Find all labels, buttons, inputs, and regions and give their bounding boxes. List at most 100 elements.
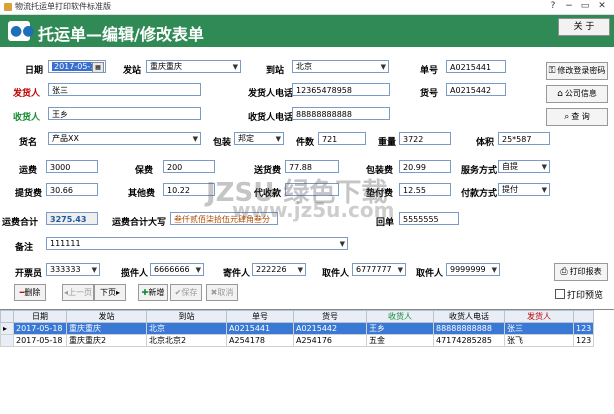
origin-select[interactable]: 重庆重庆 ▼ [146,60,241,73]
sender-phone-field[interactable]: 12365478958 [292,83,390,96]
dest-label: 到站 [266,66,285,76]
cell-origin[interactable]: 重庆重庆2 [66,334,147,347]
pickup-person-select[interactable]: 6777777 ▼ [352,263,406,276]
chevron-down-icon: ▼ [297,266,303,274]
next-icon: ▸ [115,288,120,297]
save-button[interactable]: ✔保存 [170,284,202,301]
query-button[interactable]: ⌕ 查 询 [546,108,608,126]
cell-order-no[interactable]: A254178 [226,334,294,347]
goods-name-select[interactable]: 产品XX ▼ [48,132,201,145]
cell-extra[interactable]: 123 [572,334,595,347]
cancel-button[interactable]: ✖取消 [206,284,238,301]
origin-label: 发站 [123,66,142,76]
cell-goods-no[interactable]: A0215442 [293,322,367,335]
sender-label: 发货人 [13,89,41,99]
minimize-button[interactable]: − [562,1,576,12]
cell-receiver-phone[interactable]: 88888888888 [433,322,505,335]
print-preview-checkbox[interactable] [555,289,565,299]
package-select[interactable]: 邦定 ▼ [234,132,284,145]
change-password-button[interactable]: ⚿ 修改登录密码 [546,62,608,80]
insurance-label: 保费 [135,166,154,176]
people-icon: ●● [8,21,35,41]
freight-field[interactable]: 3000 [46,160,98,173]
chevron-down-icon: ▼ [380,63,386,71]
search-icon: ⌕ [564,112,570,122]
header-goods-no[interactable]: 货号 [293,310,367,323]
chevron-down-icon: ▼ [541,186,547,194]
weight-field[interactable]: 3722 [399,132,451,145]
receiver-field[interactable]: 王乡 [48,107,201,120]
taker-select[interactable]: 9999999 ▼ [446,263,500,276]
chevron-down-icon: ▼ [541,163,547,171]
collector-select[interactable]: 6666666 ▼ [150,263,204,276]
cell-extra[interactable]: 123 [572,322,595,335]
cell-goods-no[interactable]: A254176 [293,334,367,347]
date-picker[interactable]: 2017-05-18 ▦ [48,60,106,73]
header-order-no[interactable]: 单号 [226,310,294,323]
table-row[interactable]: 2017-05-18 重庆重庆2 北京北京2 A254178 A254176 五… [0,334,595,347]
pickup-fee-field[interactable]: 30.66 [46,183,98,196]
about-button[interactable]: 关 于 [558,18,610,36]
cell-receiver-phone[interactable]: 47174285285 [433,334,505,347]
delete-button[interactable]: ━删除 [14,284,46,301]
form-title: 托运单—编辑/修改表单 [38,25,204,44]
cell-sender[interactable]: 张三 [504,322,574,335]
pack-fee-field[interactable]: 20.99 [399,160,451,173]
company-info-button[interactable]: ⌂ 公司信息 [546,85,608,103]
order-no-label: 单号 [420,66,439,76]
cell-origin[interactable]: 重庆重庆 [66,322,147,335]
receipt-field[interactable]: 5555555 [399,212,459,225]
print-report-button[interactable]: ⎙ 打印报表 [554,263,608,281]
row-marker [0,334,14,347]
print-preview-label: 打印预览 [567,291,604,301]
pay-method-select[interactable]: 提付 ▼ [498,183,550,196]
header-dest[interactable]: 到站 [146,310,227,323]
cell-dest[interactable]: 北京 [146,322,227,335]
form-header: ●● 托运单—编辑/修改表单 [0,15,614,47]
table-row[interactable]: ▸ 2017-05-18 重庆重庆 北京 A0215441 A0215442 王… [0,322,595,335]
maximize-button[interactable]: ▭ [578,1,592,12]
remark-select[interactable]: 111111 ▼ [46,237,348,250]
next-page-button[interactable]: 下页▸ [94,284,126,301]
chevron-down-icon: ▼ [339,240,345,248]
service-label: 服务方式 [461,166,498,176]
header-date[interactable]: 日期 [13,310,67,323]
dest-select[interactable]: 北京 ▼ [292,60,389,73]
order-no-field[interactable]: A0215441 [446,60,506,73]
header-extra[interactable] [572,310,595,323]
cell-receiver[interactable]: 王乡 [366,322,434,335]
header-receiver-phone[interactable]: 收货人电话 [433,310,505,323]
goods-name-label: 货名 [19,138,38,148]
chevron-down-icon: ▼ [192,135,198,143]
cell-dest[interactable]: 北京北京2 [146,334,227,347]
shipper-select[interactable]: 222226 ▼ [252,263,306,276]
close-button[interactable]: ✕ [595,1,609,12]
chevron-down-icon: ▼ [275,135,281,143]
header-sender[interactable]: 发货人 [504,310,574,323]
issuer-select[interactable]: 333333 ▼ [46,263,100,276]
service-select[interactable]: 自提 ▼ [498,160,550,173]
app-icon [4,3,12,11]
row-marker: ▸ [0,322,14,335]
goods-no-field[interactable]: A0215442 [446,83,506,96]
cell-order-no[interactable]: A0215441 [226,322,294,335]
pay-method-label: 付款方式 [461,189,498,199]
volume-field[interactable]: 25*587 [498,132,550,145]
cell-receiver[interactable]: 五金 [366,334,434,347]
header-receiver[interactable]: 收货人 [366,310,434,323]
calendar-icon[interactable]: ▦ [92,62,104,72]
cell-sender[interactable]: 张飞 [504,334,574,347]
prev-page-button[interactable]: ◂上一页 [62,284,94,301]
cod-fee-field[interactable]: 12.55 [399,183,451,196]
pieces-field[interactable]: 721 [318,132,366,145]
goods-no-label: 货号 [420,89,439,99]
pickup-fee-label: 提货费 [15,189,43,199]
sender-field[interactable]: 张三 [48,83,201,96]
receiver-phone-field[interactable]: 88888888888 [292,107,390,120]
cell-date[interactable]: 2017-05-18 [13,334,67,347]
table-header-row: 日期 发站 到站 单号 货号 收货人 收货人电话 发货人 [0,310,595,323]
help-button[interactable]: ? [546,1,560,12]
cell-date[interactable]: 2017-05-18 [13,322,67,335]
header-origin[interactable]: 发站 [66,310,147,323]
new-button[interactable]: ✚新增 [138,284,168,301]
